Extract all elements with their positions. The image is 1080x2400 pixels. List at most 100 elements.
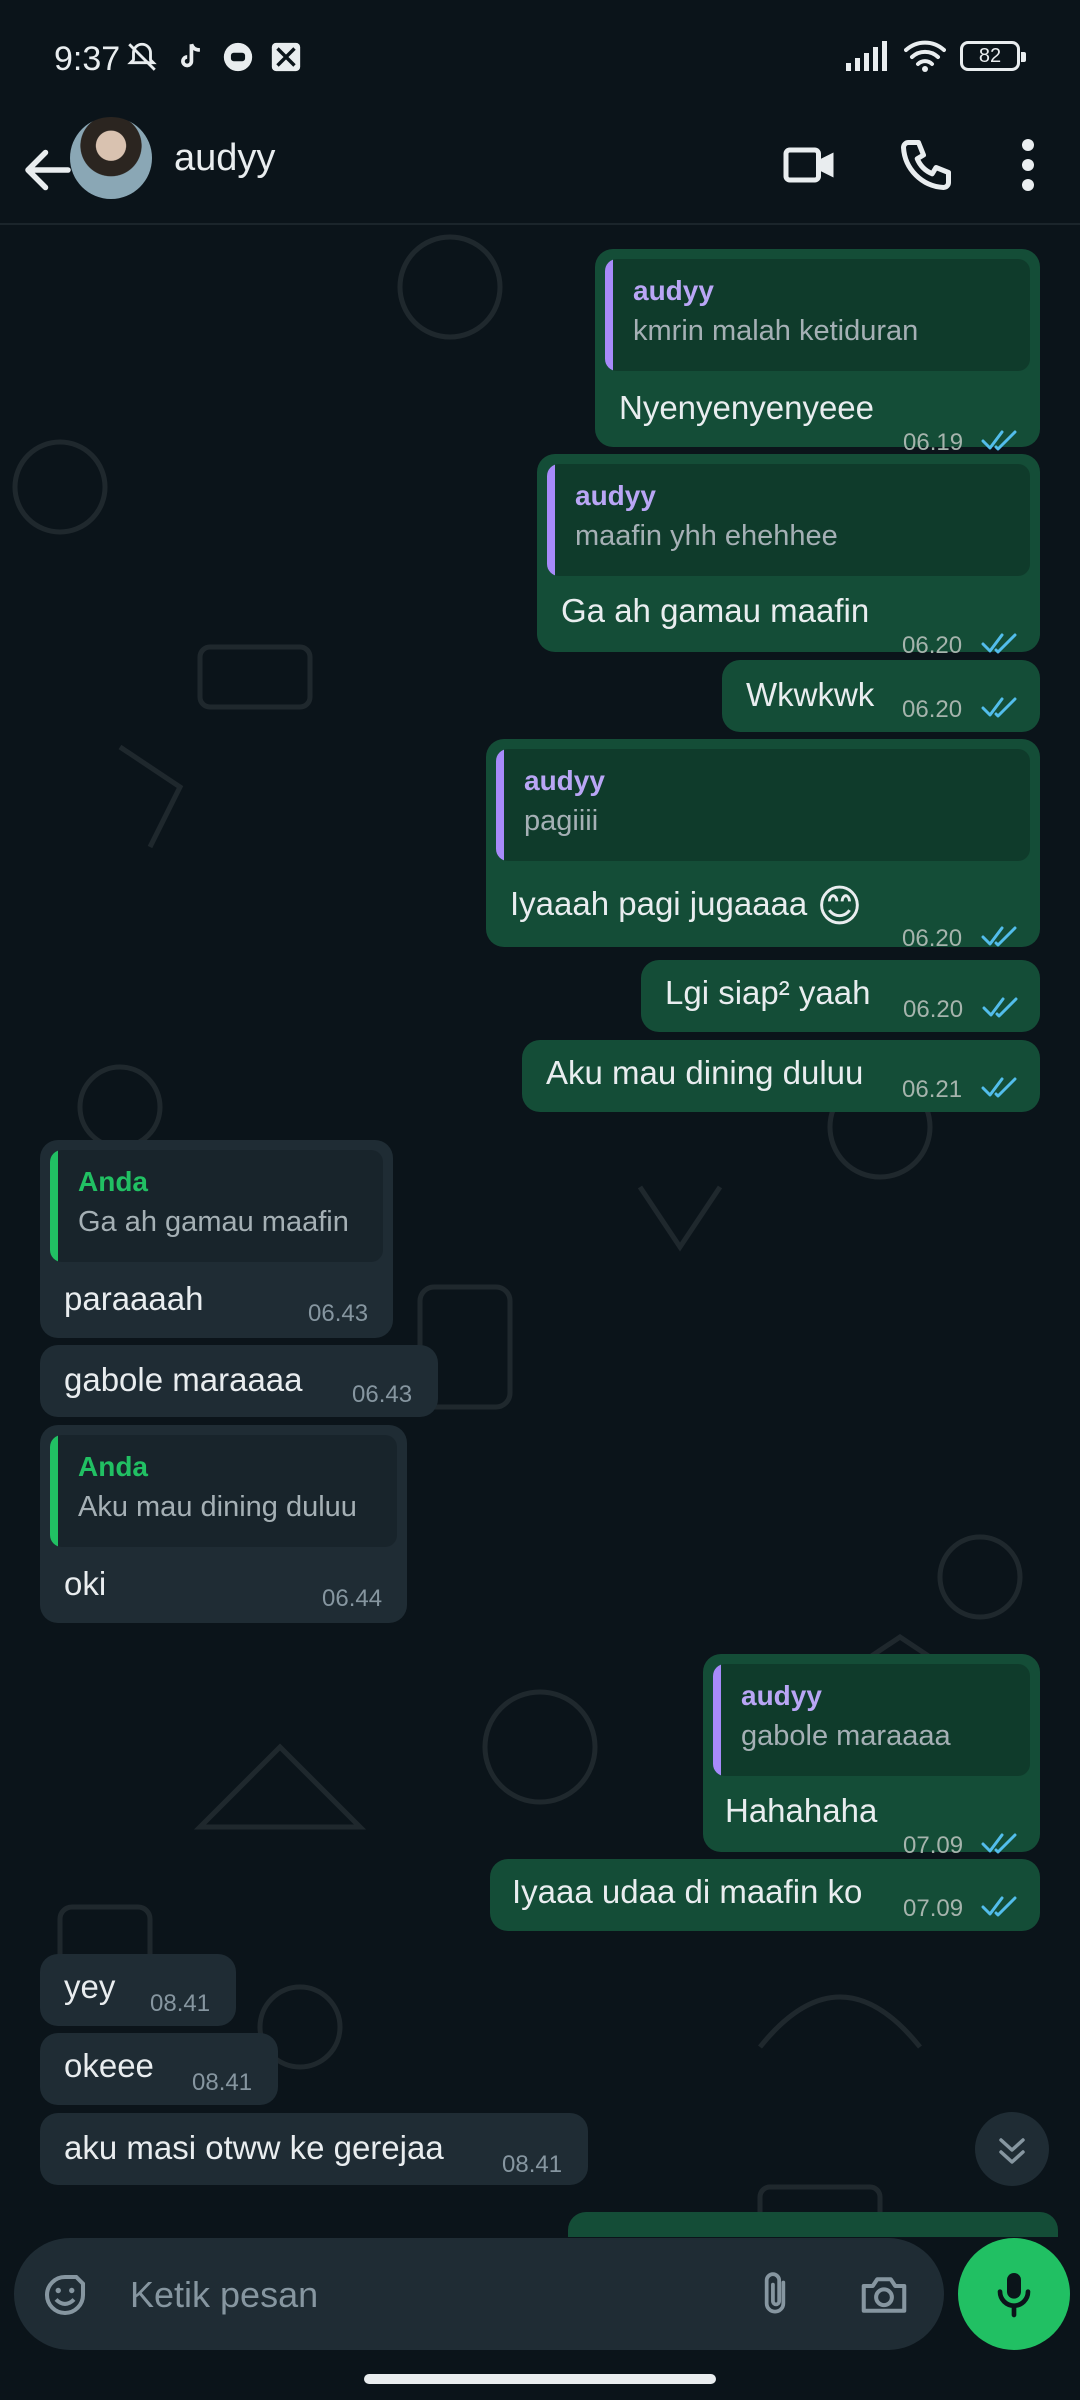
- outgoing-message[interactable]: [568, 2212, 1058, 2237]
- message-text: Lgi siap² yaah: [665, 974, 871, 1011]
- message-text: Wkwkwk: [746, 676, 875, 713]
- incoming-message[interactable]: Anda Ga ah gamau maafin paraaaah 06.43: [40, 1140, 393, 1338]
- reply-text: Aku mau dining duluu: [78, 1491, 357, 1523]
- message-time: 06.43: [352, 1381, 413, 1408]
- message-text: Aku mau dining duluu: [546, 1054, 864, 1091]
- reply-text: kmrin malah ketiduran: [633, 315, 919, 347]
- message-time: 07.09: [903, 1895, 964, 1922]
- back-arrow-icon[interactable]: [18, 140, 78, 200]
- message-time: 06.19: [903, 429, 964, 456]
- message-time: 06.43: [308, 1300, 369, 1327]
- incoming-message[interactable]: okeee 08.41: [40, 2033, 278, 2105]
- message-text: Iyaaa udaa di maafin ko: [512, 1873, 863, 1910]
- chat-header: audyy: [0, 115, 1080, 225]
- reply-preview[interactable]: audyy gabole maraaaa: [713, 1664, 1030, 1776]
- read-ticks-icon: [981, 926, 1017, 947]
- outgoing-message[interactable]: audyy gabole maraaaa Hahahaha 07.09: [703, 1654, 1040, 1859]
- message-composer: Ketik pesan: [14, 2238, 944, 2350]
- sticker-icon[interactable]: [38, 2268, 92, 2322]
- message-time: 06.20: [903, 996, 964, 1023]
- avatar[interactable]: [70, 117, 152, 199]
- message-time: 06.20: [902, 632, 963, 659]
- video-call-icon[interactable]: [781, 135, 841, 195]
- incoming-message[interactable]: yey 08.41: [40, 1954, 236, 2026]
- message-text: oki: [64, 1565, 107, 1602]
- read-ticks-icon: [982, 997, 1018, 1018]
- message-text: aku masi otww ke gerejaa: [64, 2129, 444, 2166]
- reply-text: gabole maraaaa: [741, 1720, 951, 1752]
- scroll-to-bottom-button[interactable]: [975, 2112, 1049, 2186]
- read-ticks-icon: [981, 1896, 1017, 1917]
- message-time: 06.21: [902, 1076, 963, 1103]
- reply-preview[interactable]: Anda Aku mau dining duluu: [50, 1435, 397, 1547]
- message-text: paraaaah: [64, 1280, 204, 1317]
- reply-sender: Anda: [78, 1451, 148, 1482]
- read-ticks-icon: [981, 1077, 1017, 1098]
- reply-preview[interactable]: Anda Ga ah gamau maafin: [50, 1150, 383, 1262]
- voice-call-icon[interactable]: [896, 135, 956, 195]
- battery-level: 82: [978, 44, 1002, 67]
- message-time: 06.20: [902, 925, 963, 952]
- reply-text: Ga ah gamau maafin: [78, 1206, 349, 1238]
- navigation-bar: [0, 2360, 1080, 2400]
- incoming-message[interactable]: gabole maraaaa 06.43: [40, 1345, 438, 1417]
- reply-preview[interactable]: audyy pagiiii: [496, 749, 1030, 861]
- contact-name[interactable]: audyy: [174, 137, 275, 180]
- reply-sender: audyy: [524, 765, 605, 796]
- reply-sender: audyy: [741, 1680, 822, 1711]
- message-text-body: Iyaaah pagi jugaaaa: [510, 885, 808, 923]
- read-ticks-icon: [981, 430, 1017, 451]
- message-time: 08.41: [150, 1990, 211, 2017]
- outgoing-message[interactable]: audyy maafin yhh ehehhee Ga ah gamau maa…: [537, 454, 1040, 659]
- home-gesture-bar[interactable]: [364, 2374, 716, 2384]
- message-text: Nyenyenyenyeee: [619, 389, 875, 426]
- message-list[interactable]: audyy kmrin malah ketiduran Nyenyenyenye…: [0, 227, 1080, 2237]
- outgoing-message[interactable]: Lgi siap² yaah 06.20: [641, 960, 1040, 1032]
- attach-icon[interactable]: [750, 2268, 800, 2322]
- message-time: 07.09: [903, 1832, 964, 1859]
- status-time: 9:37: [54, 40, 121, 78]
- message-time: 08.41: [192, 2069, 253, 2096]
- reply-sender: audyy: [575, 480, 656, 511]
- message-text: Iyaaah pagi jugaaaa 😊: [510, 881, 862, 932]
- reply-text: maafin yhh ehehhee: [575, 520, 838, 552]
- reply-preview[interactable]: audyy maafin yhh ehehhee: [547, 464, 1030, 576]
- message-text: yey: [64, 1968, 116, 2005]
- outgoing-message[interactable]: Aku mau dining duluu 06.21: [522, 1040, 1040, 1112]
- voice-record-button[interactable]: [958, 2238, 1070, 2350]
- outgoing-message[interactable]: audyy kmrin malah ketiduran Nyenyenyenye…: [595, 249, 1040, 456]
- notification-icons: [125, 40, 303, 74]
- incoming-message[interactable]: Anda Aku mau dining duluu oki 06.44: [40, 1425, 407, 1623]
- reply-sender: Anda: [78, 1166, 148, 1197]
- signal-icon: [846, 41, 887, 71]
- outgoing-message[interactable]: audyy pagiiii Iyaaah pagi jugaaaa 😊 06.2…: [486, 739, 1040, 952]
- read-ticks-icon: [981, 1833, 1017, 1854]
- gallery-app-icon: [271, 42, 301, 72]
- message-text: Hahahaha: [725, 1792, 878, 1829]
- outgoing-message[interactable]: Wkwkwk 06.20: [722, 660, 1040, 732]
- reply-preview[interactable]: audyy kmrin malah ketiduran: [605, 259, 1030, 371]
- outgoing-message[interactable]: Iyaaa udaa di maafin ko 07.09: [490, 1859, 1040, 1931]
- status-bar: 9:37 82: [0, 0, 1080, 115]
- message-text: Ga ah gamau maafin: [561, 592, 870, 629]
- battery-indicator: 82: [960, 41, 1026, 71]
- camera-icon[interactable]: [856, 2268, 912, 2322]
- message-time: 06.44: [322, 1585, 383, 1612]
- wifi-icon: [904, 40, 946, 72]
- message-time: 06.20: [902, 696, 963, 723]
- message-time: 08.41: [502, 2151, 563, 2178]
- reply-sender: audyy: [633, 275, 714, 306]
- message-input[interactable]: Ketik pesan: [130, 2274, 318, 2316]
- scroll-down-icon: [999, 2138, 1025, 2164]
- muted-bell-icon: [127, 42, 157, 71]
- read-ticks-icon: [981, 633, 1017, 654]
- more-options-icon[interactable]: [1010, 135, 1046, 195]
- chat-app-icon: [223, 42, 253, 72]
- message-text: okeee: [64, 2047, 154, 2084]
- incoming-message[interactable]: aku masi otww ke gerejaa 08.41: [40, 2113, 588, 2185]
- reply-text: pagiiii: [524, 805, 599, 837]
- read-ticks-icon: [981, 697, 1017, 718]
- system-status: 82: [846, 40, 1026, 72]
- mic-icon: [997, 2273, 1031, 2318]
- tiktok-icon: [181, 43, 200, 68]
